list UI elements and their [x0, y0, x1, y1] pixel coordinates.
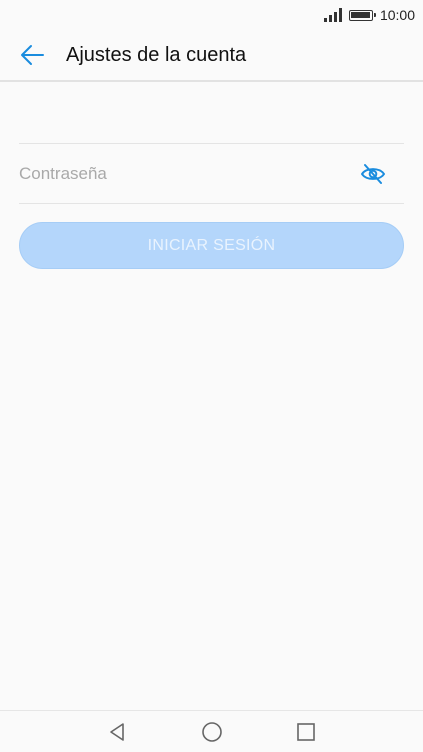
password-input[interactable] [19, 163, 339, 184]
nav-recents-button[interactable] [294, 720, 318, 744]
back-button[interactable] [17, 40, 47, 70]
login-button[interactable]: INICIAR SESIÓN [19, 222, 404, 269]
signal-icon [323, 8, 342, 22]
status-time: 10:00 [379, 7, 415, 23]
back-triangle-icon [109, 722, 124, 741]
status-bar: 10:00 [0, 0, 423, 30]
nav-back-button[interactable] [106, 720, 130, 744]
nav-home-button[interactable] [200, 720, 224, 744]
page-title: Ajustes de la cuenta [66, 43, 247, 66]
app-bar: Ajustes de la cuenta [0, 30, 423, 82]
field-divider-bottom [19, 203, 404, 204]
navigation-bar [0, 710, 423, 752]
home-circle-icon [201, 721, 222, 742]
password-field [19, 144, 404, 203]
battery-icon [348, 9, 376, 21]
recents-square-icon [296, 722, 315, 741]
eye-off-icon [361, 163, 385, 184]
back-arrow-icon [21, 45, 44, 65]
visibility-toggle-button[interactable] [358, 159, 388, 189]
